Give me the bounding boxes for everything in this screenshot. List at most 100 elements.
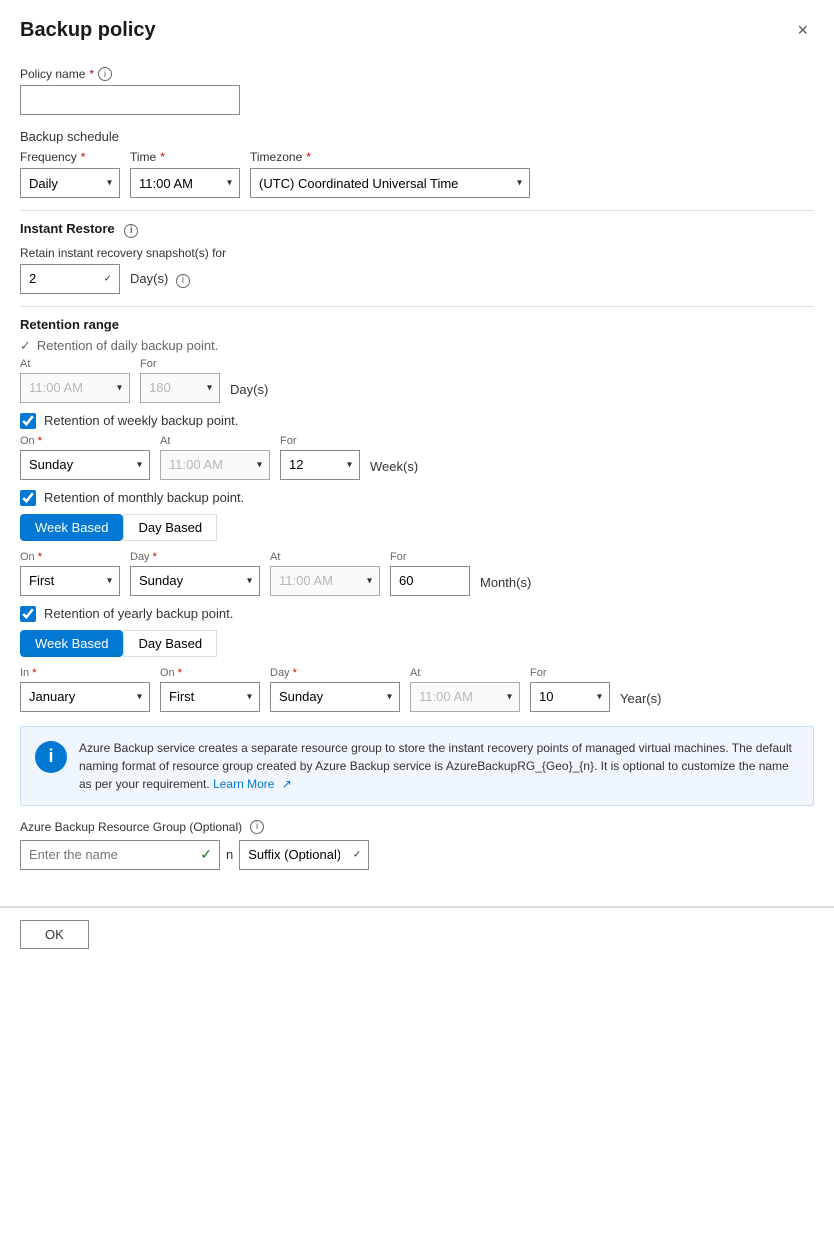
monthly-at-select[interactable]: 11:00 AM <box>270 566 380 596</box>
separator-n: n <box>226 847 233 862</box>
policy-name-input[interactable] <box>20 85 240 115</box>
instant-restore-info-icon[interactable]: i <box>124 224 138 238</box>
resource-group-info-icon[interactable]: i <box>250 820 264 834</box>
yearly-at-select[interactable]: 11:00 AM <box>410 682 520 712</box>
snapshot-days-wrapper: 1 2 3 4 5 ✓ <box>20 264 120 294</box>
weekly-at-label: At <box>160 435 270 447</box>
monthly-on-field: On * FirstSecondThirdFourthLast ▾ <box>20 551 120 596</box>
backup-policy-panel: Backup policy × Policy name * i Backup s… <box>0 0 834 1248</box>
divider-1 <box>20 210 814 211</box>
weekly-unit: Week(s) <box>370 459 418 480</box>
weekly-on-wrapper: SundayMondayTuesday WednesdayThursdayFri… <box>20 450 150 480</box>
monthly-week-based-tab[interactable]: Week Based <box>20 514 123 541</box>
resource-group-check-icon: ✓ <box>200 846 212 863</box>
monthly-for-field: For <box>390 551 470 596</box>
timezone-select-wrapper: (UTC) Coordinated Universal Time (UTC+01… <box>250 168 530 198</box>
yearly-in-wrapper: JanuaryFebruaryMarchApril MayJuneJulyAug… <box>20 682 150 712</box>
yearly-for-wrapper: 10531 ▾ <box>530 682 610 712</box>
snapshot-days-info-icon[interactable]: i <box>176 274 190 288</box>
snapshot-row: 1 2 3 4 5 ✓ Day(s) i <box>20 264 814 294</box>
yearly-for-label: For <box>530 667 610 679</box>
monthly-at-label: At <box>270 551 380 563</box>
snapshot-days-unit: Day(s) i <box>130 271 190 294</box>
yearly-day-wrapper: SundayMondayTuesday WednesdayThursdayFri… <box>270 682 400 712</box>
monthly-day-select[interactable]: SundayMondayTuesday WednesdayThursdayFri… <box>130 566 260 596</box>
spacer <box>0 890 834 906</box>
frequency-select[interactable]: Daily Weekly <box>20 168 120 198</box>
daily-at-field: At 11:00 AM ▾ <box>20 358 130 403</box>
weekly-for-field: For 12642 ▾ <box>280 435 360 480</box>
yearly-week-based-tab[interactable]: Week Based <box>20 630 123 657</box>
resource-group-name-input[interactable] <box>20 840 220 870</box>
monthly-unit: Month(s) <box>480 575 531 596</box>
weekly-at-wrapper: 11:00 AM ▾ <box>160 450 270 480</box>
monthly-day-label: Day * <box>130 551 260 563</box>
frequency-field: Frequency * Daily Weekly ▾ <box>20 150 120 198</box>
monthly-checkbox[interactable] <box>20 490 36 506</box>
daily-at-wrapper: 11:00 AM ▾ <box>20 373 130 403</box>
instant-restore-heading: Instant Restore i <box>20 221 814 238</box>
monthly-on-label: On * <box>20 551 120 563</box>
timezone-field: Timezone * (UTC) Coordinated Universal T… <box>250 150 530 198</box>
policy-name-label: Policy name * i <box>20 67 814 81</box>
yearly-checkbox[interactable] <box>20 606 36 622</box>
ok-button[interactable]: OK <box>20 920 89 949</box>
yearly-checkbox-label[interactable]: Retention of yearly backup point. <box>20 606 814 622</box>
yearly-in-field: In * JanuaryFebruaryMarchApril MayJuneJu… <box>20 667 150 712</box>
daily-for-label: For <box>140 358 220 370</box>
yearly-day-label: Day * <box>270 667 400 679</box>
yearly-in-label: In * <box>20 667 150 679</box>
yearly-on-select[interactable]: FirstSecondThirdFourthLast <box>160 682 260 712</box>
monthly-on-select[interactable]: FirstSecondThirdFourthLast <box>20 566 120 596</box>
time-select[interactable]: 11:00 AM 12:00 AM <box>130 168 240 198</box>
monthly-day-based-tab[interactable]: Day Based <box>123 514 217 541</box>
weekly-on-select[interactable]: SundayMondayTuesday WednesdayThursdayFri… <box>20 450 150 480</box>
weekly-at-select[interactable]: 11:00 AM <box>160 450 270 480</box>
resource-group-input-wrapper: ✓ <box>20 840 220 870</box>
monthly-for-label: For <box>390 551 470 563</box>
yearly-at-label: At <box>410 667 520 679</box>
frequency-select-wrapper: Daily Weekly ▾ <box>20 168 120 198</box>
time-field: Time * 11:00 AM 12:00 AM ▾ <box>130 150 240 198</box>
weekly-for-label: For <box>280 435 360 447</box>
weekly-at-field: At 11:00 AM ▾ <box>160 435 270 480</box>
divider-2 <box>20 306 814 307</box>
weekly-checkbox[interactable] <box>20 413 36 429</box>
yearly-on-wrapper: FirstSecondThirdFourthLast ▾ <box>160 682 260 712</box>
info-box: i Azure Backup service creates a separat… <box>20 726 814 806</box>
weekly-on-label: On * <box>20 435 150 447</box>
resource-group-row: ✓ n Suffix (Optional) ✓ <box>20 840 814 870</box>
panel-body: Policy name * i Backup schedule Frequenc… <box>0 57 834 890</box>
yearly-on-field: On * FirstSecondThirdFourthLast ▾ <box>160 667 260 712</box>
retain-snapshot-label: Retain instant recovery snapshot(s) for <box>20 246 814 260</box>
timezone-select[interactable]: (UTC) Coordinated Universal Time (UTC+01… <box>250 168 530 198</box>
snapshot-days-select[interactable]: 1 2 3 4 5 <box>20 264 120 294</box>
daily-row: At 11:00 AM ▾ For 180 ▾ Day(s) <box>20 358 814 403</box>
time-label: Time * <box>130 150 240 164</box>
daily-at-label: At <box>20 358 130 370</box>
daily-at-select[interactable]: 11:00 AM <box>20 373 130 403</box>
suffix-select[interactable]: Suffix (Optional) <box>239 840 369 870</box>
yearly-unit: Year(s) <box>620 691 661 712</box>
yearly-for-select[interactable]: 10531 <box>530 682 610 712</box>
daily-for-select[interactable]: 180 <box>140 373 220 403</box>
external-link-icon[interactable]: ↗ <box>282 777 292 791</box>
suffix-select-wrapper: Suffix (Optional) ✓ <box>239 840 369 870</box>
weekly-for-select[interactable]: 12642 <box>280 450 360 480</box>
monthly-day-field: Day * SundayMondayTuesday WednesdayThurs… <box>130 551 260 596</box>
close-button[interactable]: × <box>791 18 814 43</box>
backup-schedule-row: Frequency * Daily Weekly ▾ Time * <box>20 150 814 198</box>
yearly-row: In * JanuaryFebruaryMarchApril MayJuneJu… <box>20 667 814 712</box>
monthly-at-field: At 11:00 AM ▾ <box>270 551 380 596</box>
monthly-for-input[interactable] <box>390 566 470 596</box>
yearly-day-based-tab[interactable]: Day Based <box>123 630 217 657</box>
weekly-on-field: On * SundayMondayTuesday WednesdayThursd… <box>20 435 150 480</box>
policy-name-field: Policy name * i <box>20 67 814 115</box>
yearly-in-select[interactable]: JanuaryFebruaryMarchApril MayJuneJulyAug… <box>20 682 150 712</box>
time-select-wrapper: 11:00 AM 12:00 AM ▾ <box>130 168 240 198</box>
learn-more-link[interactable]: Learn More <box>213 777 274 791</box>
weekly-checkbox-label[interactable]: Retention of weekly backup point. <box>20 413 814 429</box>
yearly-day-select[interactable]: SundayMondayTuesday WednesdayThursdayFri… <box>270 682 400 712</box>
monthly-checkbox-label[interactable]: Retention of monthly backup point. <box>20 490 814 506</box>
policy-name-info-icon[interactable]: i <box>98 67 112 81</box>
